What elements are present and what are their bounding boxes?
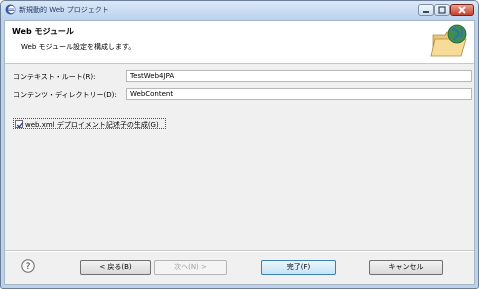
- minimize-button[interactable]: [418, 4, 434, 16]
- svg-text:?: ?: [26, 262, 31, 272]
- back-button[interactable]: < 戻る(B): [80, 260, 151, 275]
- wizard-header: Web モジュール Web モジュール設定を構成します。: [5, 21, 474, 64]
- maximize-icon: [438, 6, 446, 14]
- content-directory-input[interactable]: [126, 88, 472, 100]
- close-button[interactable]: [450, 4, 474, 16]
- close-icon: [458, 6, 466, 14]
- checkmark-icon: [16, 122, 24, 128]
- maximize-button[interactable]: [434, 4, 450, 16]
- page-title: Web モジュール: [12, 27, 74, 36]
- finish-button[interactable]: 完了(F): [261, 260, 336, 275]
- page-description: Web モジュール設定を構成します。: [21, 43, 136, 51]
- eclipse-icon: [5, 4, 16, 15]
- content-directory-label: コンテンツ・ディレクトリー(D):: [13, 91, 117, 99]
- cancel-button[interactable]: キャンセル: [369, 260, 443, 275]
- help-icon[interactable]: ?: [21, 259, 35, 273]
- minimize-icon: [423, 11, 429, 13]
- next-button[interactable]: 次へ(N) >: [154, 260, 227, 275]
- generate-webxml-label: web.xml デプロイメント記述子の生成(G): [25, 121, 159, 129]
- title-bar[interactable]: 新規動的 Web プロジェクト: [1, 1, 478, 19]
- generate-webxml-option[interactable]: web.xml デプロイメント記述子の生成(G): [13, 118, 166, 129]
- button-bar-separator: [5, 250, 474, 252]
- web-folder-globe-icon: [430, 22, 470, 59]
- context-root-label: コンテキスト・ルート(R):: [13, 73, 96, 81]
- generate-webxml-checkbox[interactable]: [15, 120, 24, 128]
- dialog-client-area: Web モジュール Web モジュール設定を構成します。 コンテキスト・ルート(…: [4, 20, 475, 285]
- context-root-input[interactable]: [126, 70, 472, 82]
- window-title: 新規動的 Web プロジェクト: [19, 6, 109, 14]
- dialog-window: 新規動的 Web プロジェクト Web モジュール Web モジュール設定を構成…: [0, 0, 479, 289]
